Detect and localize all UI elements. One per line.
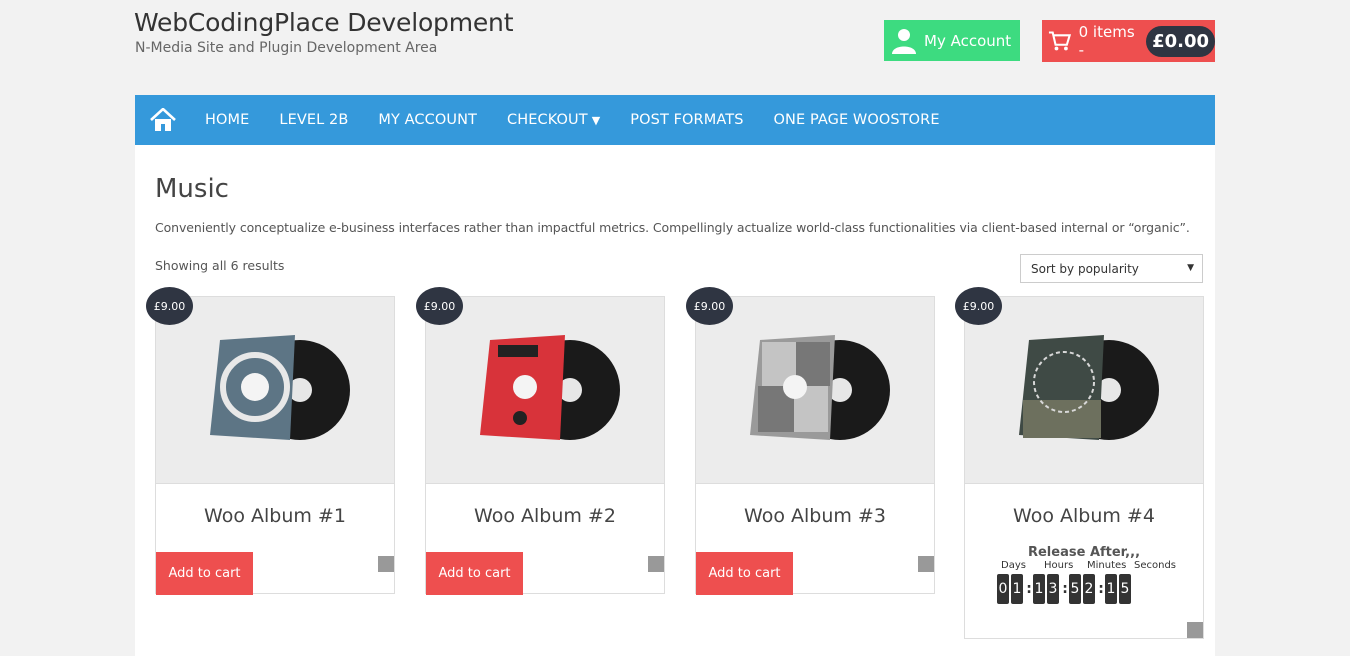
countdown-days-tens: 0 [997, 574, 1009, 604]
add-to-cart-button[interactable]: Add to cart [426, 552, 523, 595]
cart-button[interactable]: 0 items - £0.00 [1042, 20, 1215, 62]
site-tagline: N-Media Site and Plugin Development Area [135, 40, 438, 56]
add-to-cart-button[interactable]: Add to cart [156, 552, 253, 595]
result-count: Showing all 6 results [155, 258, 285, 273]
my-account-button[interactable]: My Account [884, 20, 1020, 61]
compare-checkbox[interactable] [648, 556, 664, 572]
nav-item-post-formats[interactable]: POST FORMATS [630, 112, 743, 128]
home-icon-link[interactable] [135, 95, 191, 145]
countdown-seconds-ones: 5 [1119, 574, 1131, 604]
nav-item-level-2b[interactable]: LEVEL 2B [279, 112, 348, 128]
nav-item-my-account[interactable]: MY ACCOUNT [378, 112, 477, 128]
product-image[interactable] [965, 297, 1203, 484]
countdown-label-seconds: Seconds [1134, 560, 1177, 571]
countdown-label-days: Days [1001, 560, 1026, 571]
price-badge: £9.00 [146, 287, 193, 325]
countdown-minutes-tens: 5 [1069, 574, 1081, 604]
countdown-label-minutes: Minutes [1087, 560, 1127, 571]
nav-item-checkout-label: CHECKOUT [507, 112, 588, 128]
product-name[interactable]: Woo Album #3 [696, 505, 934, 527]
vinyl-album-icon [750, 335, 890, 440]
countdown-seconds-tens: 1 [1105, 574, 1117, 604]
home-icon [150, 108, 176, 131]
my-account-label: My Account [924, 31, 1012, 50]
page-description: Conveniently conceptualize e-business in… [155, 220, 1190, 235]
price-badge: £9.00 [416, 287, 463, 325]
countdown-title: Release After,,, [1027, 545, 1141, 560]
product-card: £9.00 Woo Album #4 Release After,,, Days… [955, 287, 1204, 639]
product-name[interactable]: Woo Album #4 [965, 505, 1203, 527]
product-card: £9.00 Woo Album #1 Add to cart [146, 287, 395, 595]
countdown-separator: : [1062, 581, 1068, 597]
product-image[interactable] [426, 297, 664, 484]
countdown-timer: 0 1 : 1 3 : 5 2 : 1 5 [997, 574, 1133, 604]
product-card: £9.00 Woo Album #3 Add to cart [686, 287, 935, 595]
compare-checkbox[interactable] [1187, 622, 1203, 638]
cart-count: 0 items - [1078, 23, 1135, 59]
price-badge: £9.00 [955, 287, 1002, 325]
countdown-label-hours: Hours [1044, 560, 1074, 571]
nav-item-home[interactable]: HOME [205, 112, 249, 128]
nav-item-checkout[interactable]: CHECKOUT ▼ [507, 112, 600, 128]
product-name[interactable]: Woo Album #1 [156, 505, 394, 527]
sort-select[interactable]: Sort by popularity ▼ [1020, 254, 1203, 283]
compare-checkbox[interactable] [378, 556, 394, 572]
sort-select-value: Sort by popularity [1031, 261, 1139, 276]
countdown-separator: : [1026, 581, 1032, 597]
product-card: £9.00 Woo Album #2 Add to cart [416, 287, 665, 595]
vinyl-album-icon [1019, 335, 1159, 440]
main-navigation: HOME LEVEL 2B MY ACCOUNT CHECKOUT ▼ POST … [135, 95, 1215, 145]
cart-icon [1048, 31, 1071, 51]
vinyl-album-icon [480, 335, 620, 440]
page-title: Music [155, 174, 229, 204]
cart-total: £0.00 [1146, 25, 1215, 57]
compare-checkbox[interactable] [918, 556, 934, 572]
vinyl-album-icon [210, 335, 350, 440]
main-content: Music Conveniently conceptualize e-busin… [135, 145, 1215, 656]
countdown-hours-tens: 1 [1033, 574, 1045, 604]
product-name[interactable]: Woo Album #2 [426, 505, 664, 527]
caret-down-icon: ▼ [591, 114, 601, 127]
countdown-separator: : [1098, 581, 1104, 597]
countdown-minutes-ones: 2 [1083, 574, 1095, 604]
countdown-hours-ones: 3 [1047, 574, 1059, 604]
product-image[interactable] [696, 297, 934, 484]
product-image[interactable] [156, 297, 394, 484]
price-badge: £9.00 [686, 287, 733, 325]
site-title[interactable]: WebCodingPlace Development [134, 8, 514, 37]
countdown-days-ones: 1 [1011, 574, 1023, 604]
nav-item-one-page-woostore[interactable]: ONE PAGE WOOSTORE [774, 112, 940, 128]
user-icon [892, 28, 916, 54]
add-to-cart-button[interactable]: Add to cart [696, 552, 793, 595]
dropdown-arrow-icon: ▼ [1187, 263, 1194, 273]
